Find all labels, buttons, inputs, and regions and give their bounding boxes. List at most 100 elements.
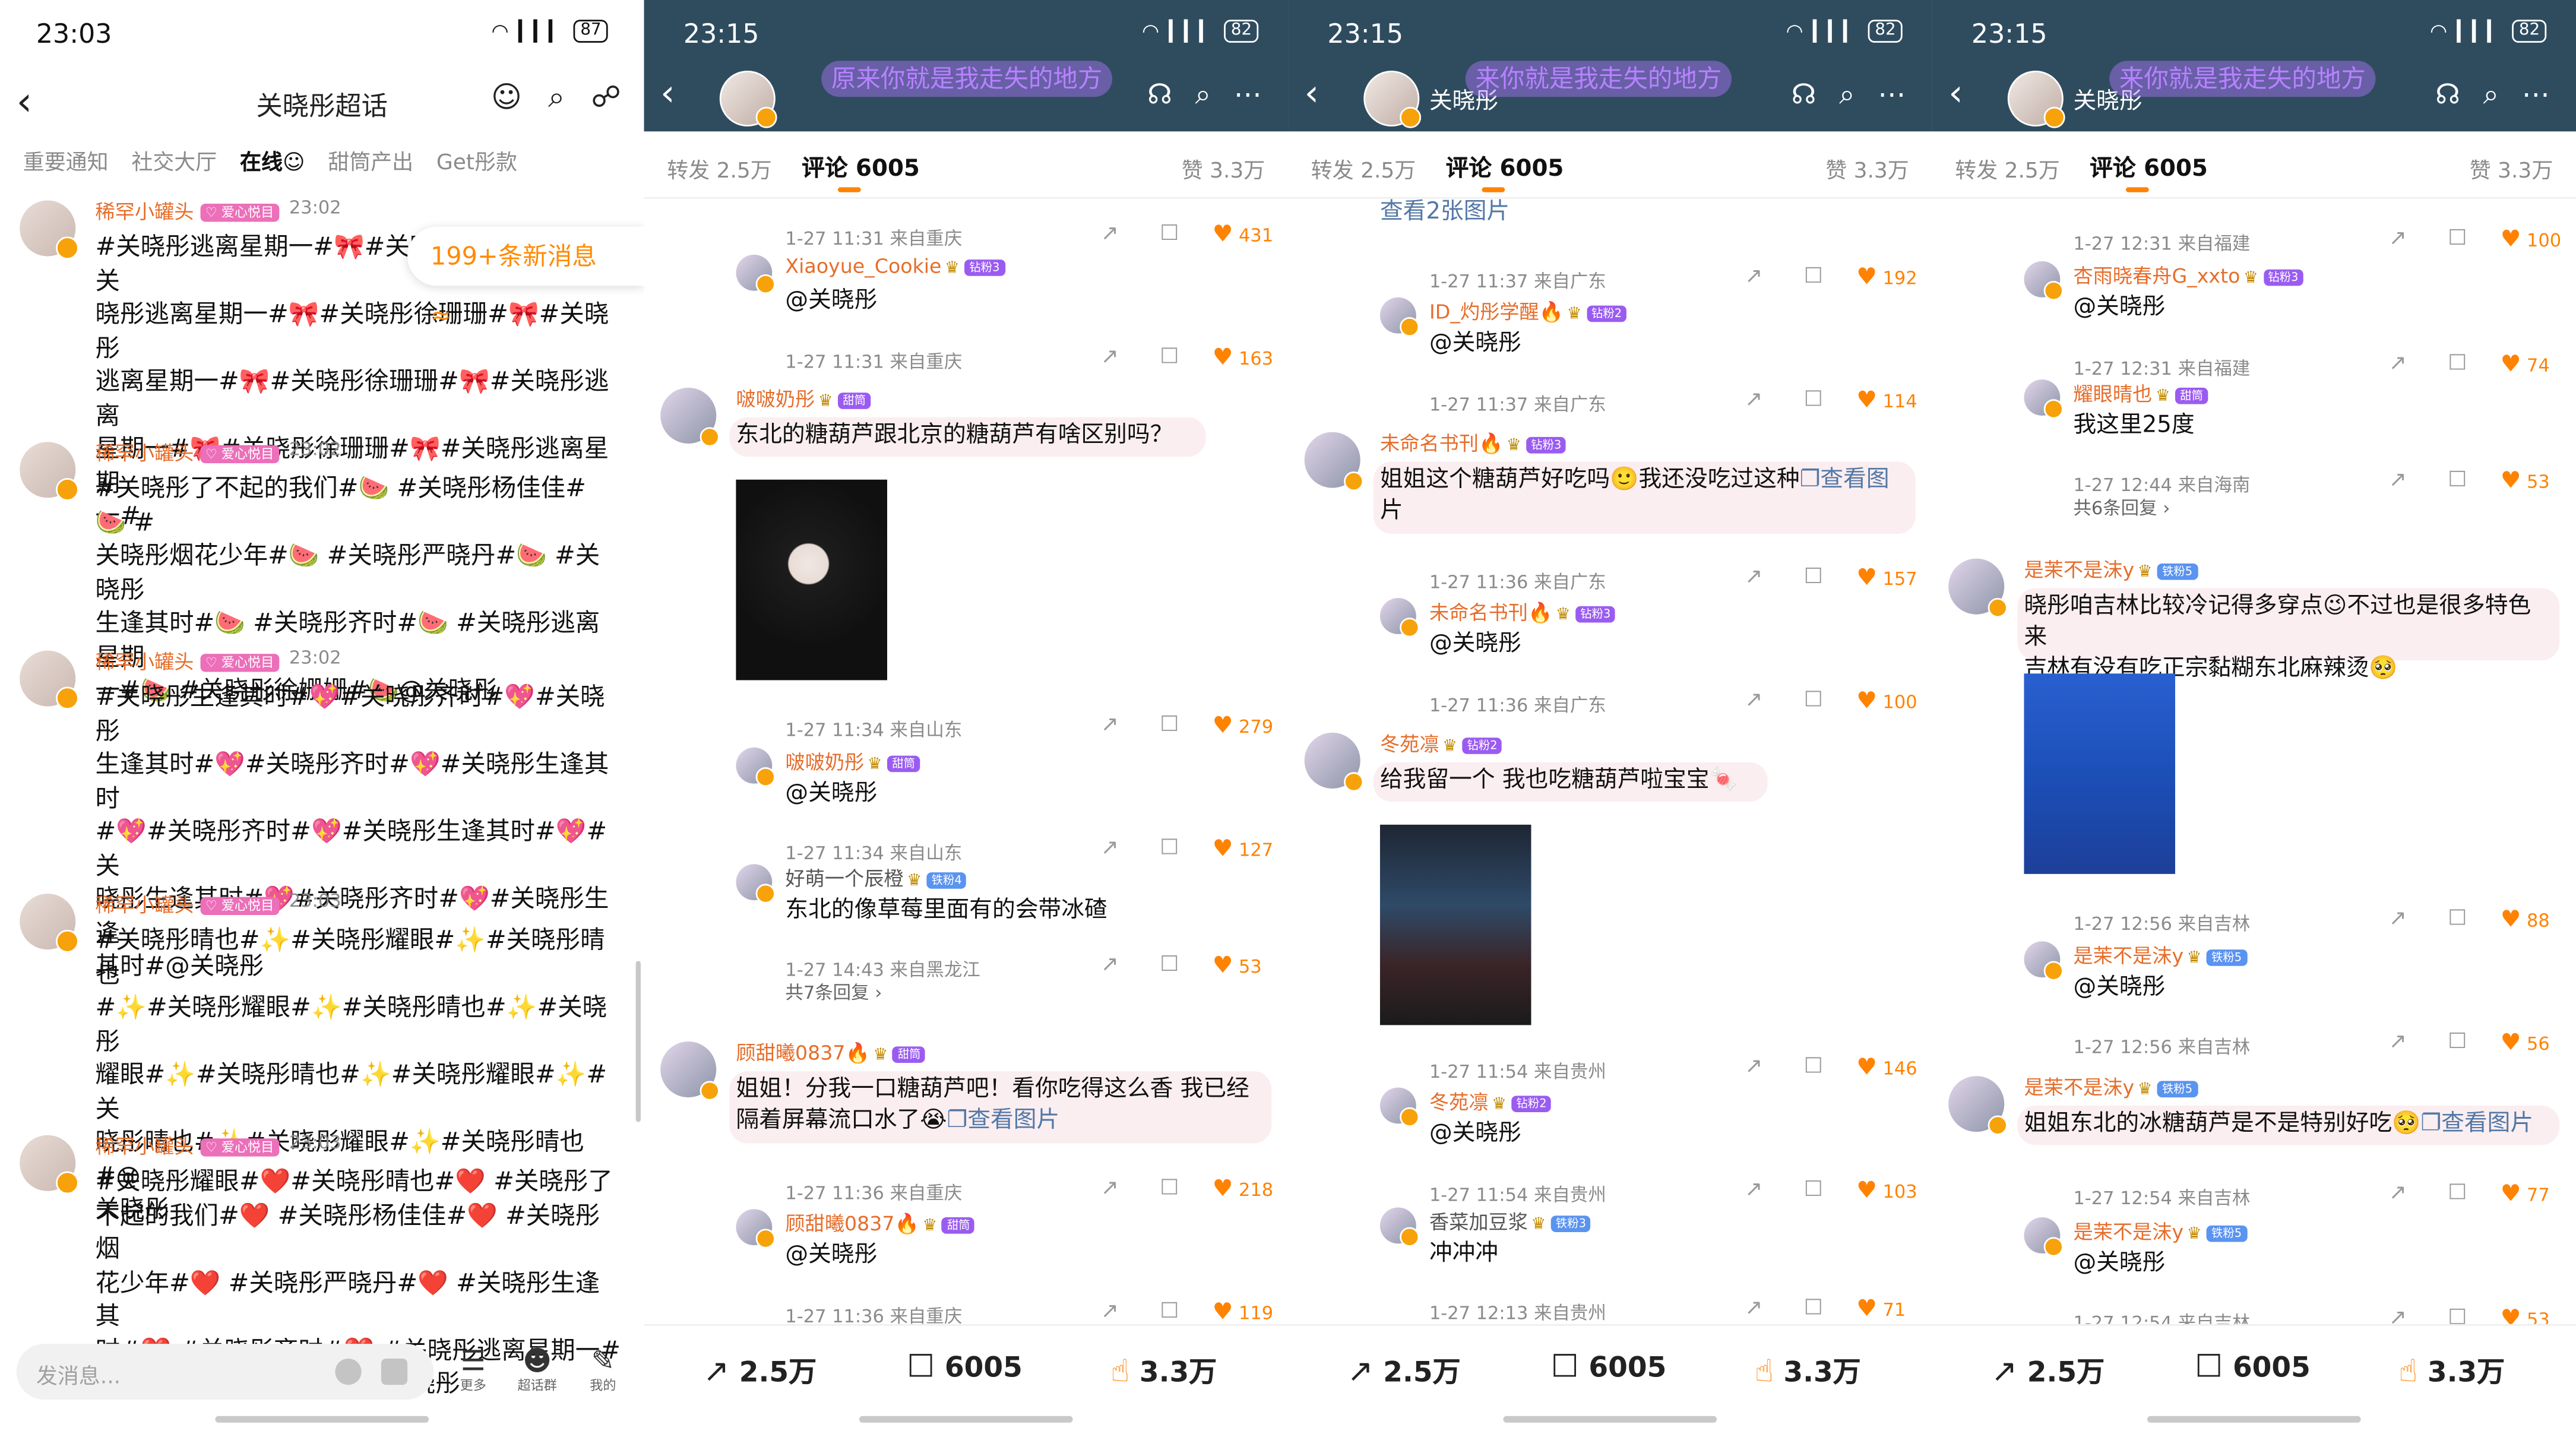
commenter[interactable]: 是茉不是沫y ♛ 铁粉5 [2024, 1073, 2198, 1101]
tab-repost[interactable]: 转发 2.5万 [1955, 153, 2060, 183]
repost-button[interactable]: ↗ 2.5万 [1347, 1348, 1461, 1390]
like-icon[interactable]: ♥ [1213, 221, 1233, 248]
user-check-icon[interactable]: ☺ [491, 81, 522, 115]
reply-icon[interactable]: ☐ [1804, 1296, 1823, 1321]
like-icon[interactable]: ♥ [2501, 1306, 2521, 1324]
reply-avatar[interactable] [736, 864, 776, 904]
commenter[interactable]: 是茉不是沫y ♛ 铁粉5 [2024, 555, 2198, 583]
tab-get-style[interactable]: Get彤款 [436, 144, 517, 187]
like-icon[interactable]: ♥ [2501, 907, 2521, 933]
comment-avatar[interactable] [1304, 732, 1364, 792]
scrollbar[interactable] [635, 961, 641, 1122]
like-icon[interactable]: ♥ [1213, 836, 1233, 862]
like-icon[interactable]: ♥ [2501, 1030, 2521, 1056]
listen-icon[interactable]: ☊ [1147, 79, 1172, 112]
reply-icon[interactable]: ☐ [2448, 907, 2467, 931]
reply-avatar[interactable] [736, 747, 776, 787]
avatar[interactable] [20, 894, 79, 953]
post-author[interactable]: 稀罕小罐头 ♡ 爱心悦目 [95, 647, 279, 675]
like-icon[interactable]: ♥ [2501, 352, 2521, 378]
like-icon[interactable]: ♥ [2501, 468, 2521, 494]
photo-black-hat[interactable] [736, 479, 887, 680]
search-icon[interactable]: ⌕ [548, 81, 565, 115]
post-author[interactable]: 稀罕小罐头 ♡ 爱心悦目 [95, 890, 279, 918]
reply-avatar[interactable] [1379, 598, 1420, 638]
commenter[interactable]: 是茉不是沫y ♛ 铁粉5 [2073, 941, 2247, 969]
reply-avatar[interactable] [1379, 297, 1420, 337]
screenshot-weather[interactable] [2024, 673, 2175, 874]
tab-like[interactable]: 赞 3.3万 [1825, 153, 1909, 183]
more-icon[interactable]: ⋯ [1234, 79, 1262, 112]
comment-button[interactable]: ☐ 6005 [2195, 1348, 2311, 1385]
view-image-link[interactable]: ❐查看图片 [2420, 1110, 2533, 1137]
tab-like[interactable]: 赞 3.3万 [2470, 153, 2553, 183]
comment-avatar[interactable] [660, 1042, 720, 1101]
reply-icon[interactable]: ☐ [1804, 388, 1823, 412]
image-icon[interactable] [381, 1358, 408, 1385]
repost-icon[interactable]: ↗ [1101, 1176, 1119, 1201]
reply-icon[interactable]: ☐ [1160, 953, 1179, 977]
repost-button[interactable]: ↗ 2.5万 [1991, 1348, 2105, 1390]
like-icon[interactable]: ♥ [1856, 388, 1877, 414]
repost-icon[interactable]: ↗ [1101, 221, 1119, 246]
comment-avatar[interactable] [1948, 1076, 2008, 1135]
reply-icon[interactable]: ☐ [1160, 345, 1179, 369]
comment-avatar[interactable] [1304, 432, 1364, 492]
tab-like[interactable]: 赞 3.3万 [1182, 153, 1265, 183]
author-avatar[interactable] [1363, 70, 1422, 128]
author-avatar[interactable] [2007, 70, 2065, 128]
commenter[interactable]: 顾甜曦0837🔥 ♛ 甜筒 [785, 1209, 975, 1237]
post-author[interactable]: 稀罕小罐头 ♡ 爱心悦目 [95, 1132, 279, 1160]
repost-icon[interactable]: ↗ [1745, 1055, 1762, 1079]
like-icon[interactable]: ♥ [1856, 1055, 1877, 1081]
reply-icon[interactable]: ☐ [1804, 1178, 1823, 1202]
tab-social-hall[interactable]: 社交大厅 [131, 144, 217, 187]
reply-icon[interactable]: ☐ [2448, 1306, 2467, 1324]
tab-comment[interactable]: 评论 6005 [1446, 151, 1564, 192]
author-avatar[interactable] [719, 70, 777, 128]
more-replies-link[interactable]: 共7条回复 › [785, 979, 882, 1005]
repost-icon[interactable]: ↗ [2389, 352, 2407, 376]
comment-avatar[interactable] [660, 387, 720, 447]
tab-online[interactable]: 在线☺ [240, 144, 305, 187]
tab-repost[interactable]: 转发 2.5万 [667, 153, 772, 183]
more-replies-link[interactable]: 共6条回复 › [2073, 495, 2170, 521]
commenter[interactable]: 香菜加豆浆 ♛ 铁粉3 [1429, 1207, 1591, 1235]
repost-icon[interactable]: ↗ [2389, 1306, 2407, 1324]
listen-icon[interactable]: ☊ [1792, 79, 1817, 112]
back-icon[interactable]: ‹ [1305, 74, 1319, 115]
reply-avatar[interactable] [2024, 1217, 2064, 1257]
like-icon[interactable]: ♥ [1213, 1176, 1233, 1202]
mine-tool[interactable]: ✎ 我的 [578, 1347, 628, 1395]
comment-button[interactable]: ☐ 6005 [907, 1348, 1023, 1385]
more-icon[interactable]: ⋯ [1878, 79, 1906, 112]
like-button[interactable]: ☝ 3.3万 [1755, 1348, 1861, 1390]
comment-button[interactable]: ☐ 6005 [1551, 1348, 1667, 1385]
repost-icon[interactable]: ↗ [1101, 1299, 1119, 1324]
like-icon[interactable]: ♥ [1213, 713, 1233, 739]
post-author[interactable]: 稀罕小罐头 ♡ 爱心悦目 [95, 439, 279, 467]
reply-icon[interactable]: ☐ [2448, 468, 2467, 492]
reply-icon[interactable]: ☐ [2448, 1181, 2467, 1205]
view-image-link[interactable]: ❐查看图片 [947, 1107, 1060, 1134]
reply-icon[interactable]: ☐ [2448, 227, 2467, 251]
like-icon[interactable]: ♥ [1213, 953, 1233, 979]
repost-icon[interactable]: ↗ [2389, 907, 2407, 931]
listen-icon[interactable]: ☊ [2435, 79, 2460, 112]
reply-icon[interactable]: ☐ [1804, 1055, 1823, 1079]
post-author[interactable]: 稀罕小罐头 ♡ 爱心悦目 [95, 197, 279, 225]
like-button[interactable]: ☝ 3.3万 [1110, 1348, 1217, 1390]
tab-repost[interactable]: 转发 2.5万 [1311, 153, 1416, 183]
repost-icon[interactable]: ↗ [1101, 713, 1119, 737]
commenter[interactable]: 好萌一个辰橙 ♛ 铁粉4 [785, 864, 967, 892]
back-icon[interactable]: ‹ [1948, 74, 1963, 115]
reply-avatar[interactable] [736, 254, 776, 295]
repost-icon[interactable]: ↗ [1101, 836, 1119, 860]
avatar[interactable] [20, 650, 79, 710]
comment-avatar[interactable] [1948, 558, 2008, 618]
reply-icon[interactable]: ☐ [1160, 713, 1179, 737]
repost-icon[interactable]: ↗ [1101, 953, 1119, 977]
reply-avatar[interactable] [1379, 1207, 1420, 1247]
repost-icon[interactable]: ↗ [2389, 1181, 2407, 1205]
tab-fan-works[interactable]: 甜筒产出 [328, 144, 413, 187]
